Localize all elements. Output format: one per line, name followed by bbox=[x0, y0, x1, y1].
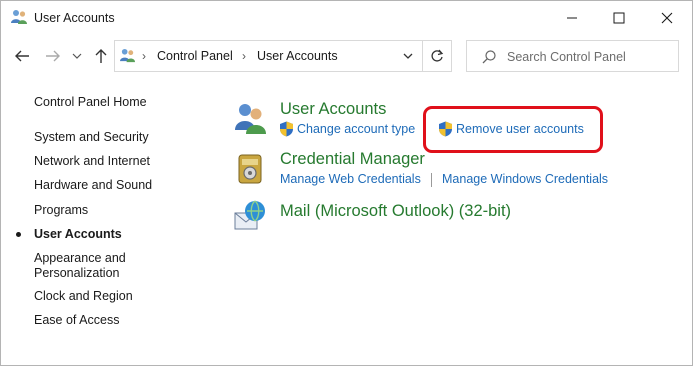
up-arrow-icon bbox=[95, 49, 107, 63]
breadcrumb-user-accounts[interactable]: User Accounts bbox=[257, 49, 338, 63]
chevron-down-icon bbox=[403, 53, 413, 59]
close-icon bbox=[661, 12, 673, 23]
active-item-bullet bbox=[16, 232, 21, 237]
sidebar-item-hardware-and-sound[interactable]: Hardware and Sound bbox=[34, 178, 152, 193]
maximize-icon bbox=[613, 12, 625, 23]
credential-manager-icon[interactable] bbox=[233, 152, 267, 186]
highlight-annotation bbox=[423, 106, 603, 153]
sidebar-item-user-accounts[interactable]: User Accounts bbox=[34, 227, 122, 242]
user-accounts-small-icon bbox=[11, 10, 27, 24]
sidebar-item-control-panel-home[interactable]: Control Panel Home bbox=[34, 95, 147, 110]
address-dropdown-button[interactable] bbox=[397, 43, 419, 69]
back-arrow-icon bbox=[15, 50, 29, 62]
sidebar-item-clock-and-region[interactable]: Clock and Region bbox=[34, 289, 133, 304]
manage-windows-credentials-link[interactable]: Manage Windows Credentials bbox=[442, 172, 608, 186]
back-button[interactable] bbox=[10, 43, 34, 69]
minimize-button[interactable] bbox=[549, 1, 595, 34]
control-panel-window: User Accounts › Control Panel › User Acc bbox=[0, 0, 693, 366]
chevron-right-icon: › bbox=[142, 49, 146, 63]
sidebar-item-ease-of-access[interactable]: Ease of Access bbox=[34, 313, 119, 328]
maximize-button[interactable] bbox=[596, 1, 642, 34]
window-title: User Accounts bbox=[34, 11, 115, 25]
manage-web-credentials-link[interactable]: Manage Web Credentials bbox=[280, 172, 421, 186]
title-bar[interactable]: User Accounts bbox=[1, 1, 692, 34]
recent-locations-button[interactable] bbox=[69, 43, 85, 69]
search-icon bbox=[482, 50, 496, 64]
sidebar-item-network-and-internet[interactable]: Network and Internet bbox=[34, 154, 150, 169]
sidebar-item-programs[interactable]: Programs bbox=[34, 203, 88, 218]
close-button[interactable] bbox=[644, 1, 690, 34]
uac-shield-icon bbox=[280, 121, 293, 137]
user-accounts-icon[interactable] bbox=[233, 102, 267, 136]
chevron-right-icon: › bbox=[242, 49, 246, 63]
sidebar-item-system-and-security[interactable]: System and Security bbox=[34, 130, 149, 145]
refresh-button[interactable] bbox=[422, 40, 452, 72]
mail-icon[interactable] bbox=[233, 199, 267, 233]
category-mail[interactable]: Mail (Microsoft Outlook) (32-bit) bbox=[280, 202, 511, 221]
change-account-type-link[interactable]: Change account type bbox=[297, 122, 415, 136]
up-button[interactable] bbox=[89, 43, 113, 69]
search-box[interactable] bbox=[466, 40, 679, 72]
category-credential-manager[interactable]: Credential Manager bbox=[280, 150, 425, 169]
sidebar-item-appearance-and-personalization[interactable]: Appearance and Personalization bbox=[34, 251, 126, 281]
chevron-down-icon bbox=[72, 53, 82, 59]
address-bar[interactable]: › Control Panel › User Accounts bbox=[114, 40, 422, 72]
forward-arrow-icon bbox=[46, 50, 60, 62]
user-accounts-small-icon bbox=[120, 48, 135, 63]
forward-button[interactable] bbox=[41, 43, 65, 69]
search-input[interactable] bbox=[507, 48, 672, 66]
minimize-icon bbox=[567, 17, 577, 18]
link-separator bbox=[431, 173, 432, 187]
breadcrumb-control-panel[interactable]: Control Panel bbox=[157, 49, 233, 63]
refresh-icon bbox=[431, 49, 444, 62]
category-user-accounts[interactable]: User Accounts bbox=[280, 100, 386, 119]
